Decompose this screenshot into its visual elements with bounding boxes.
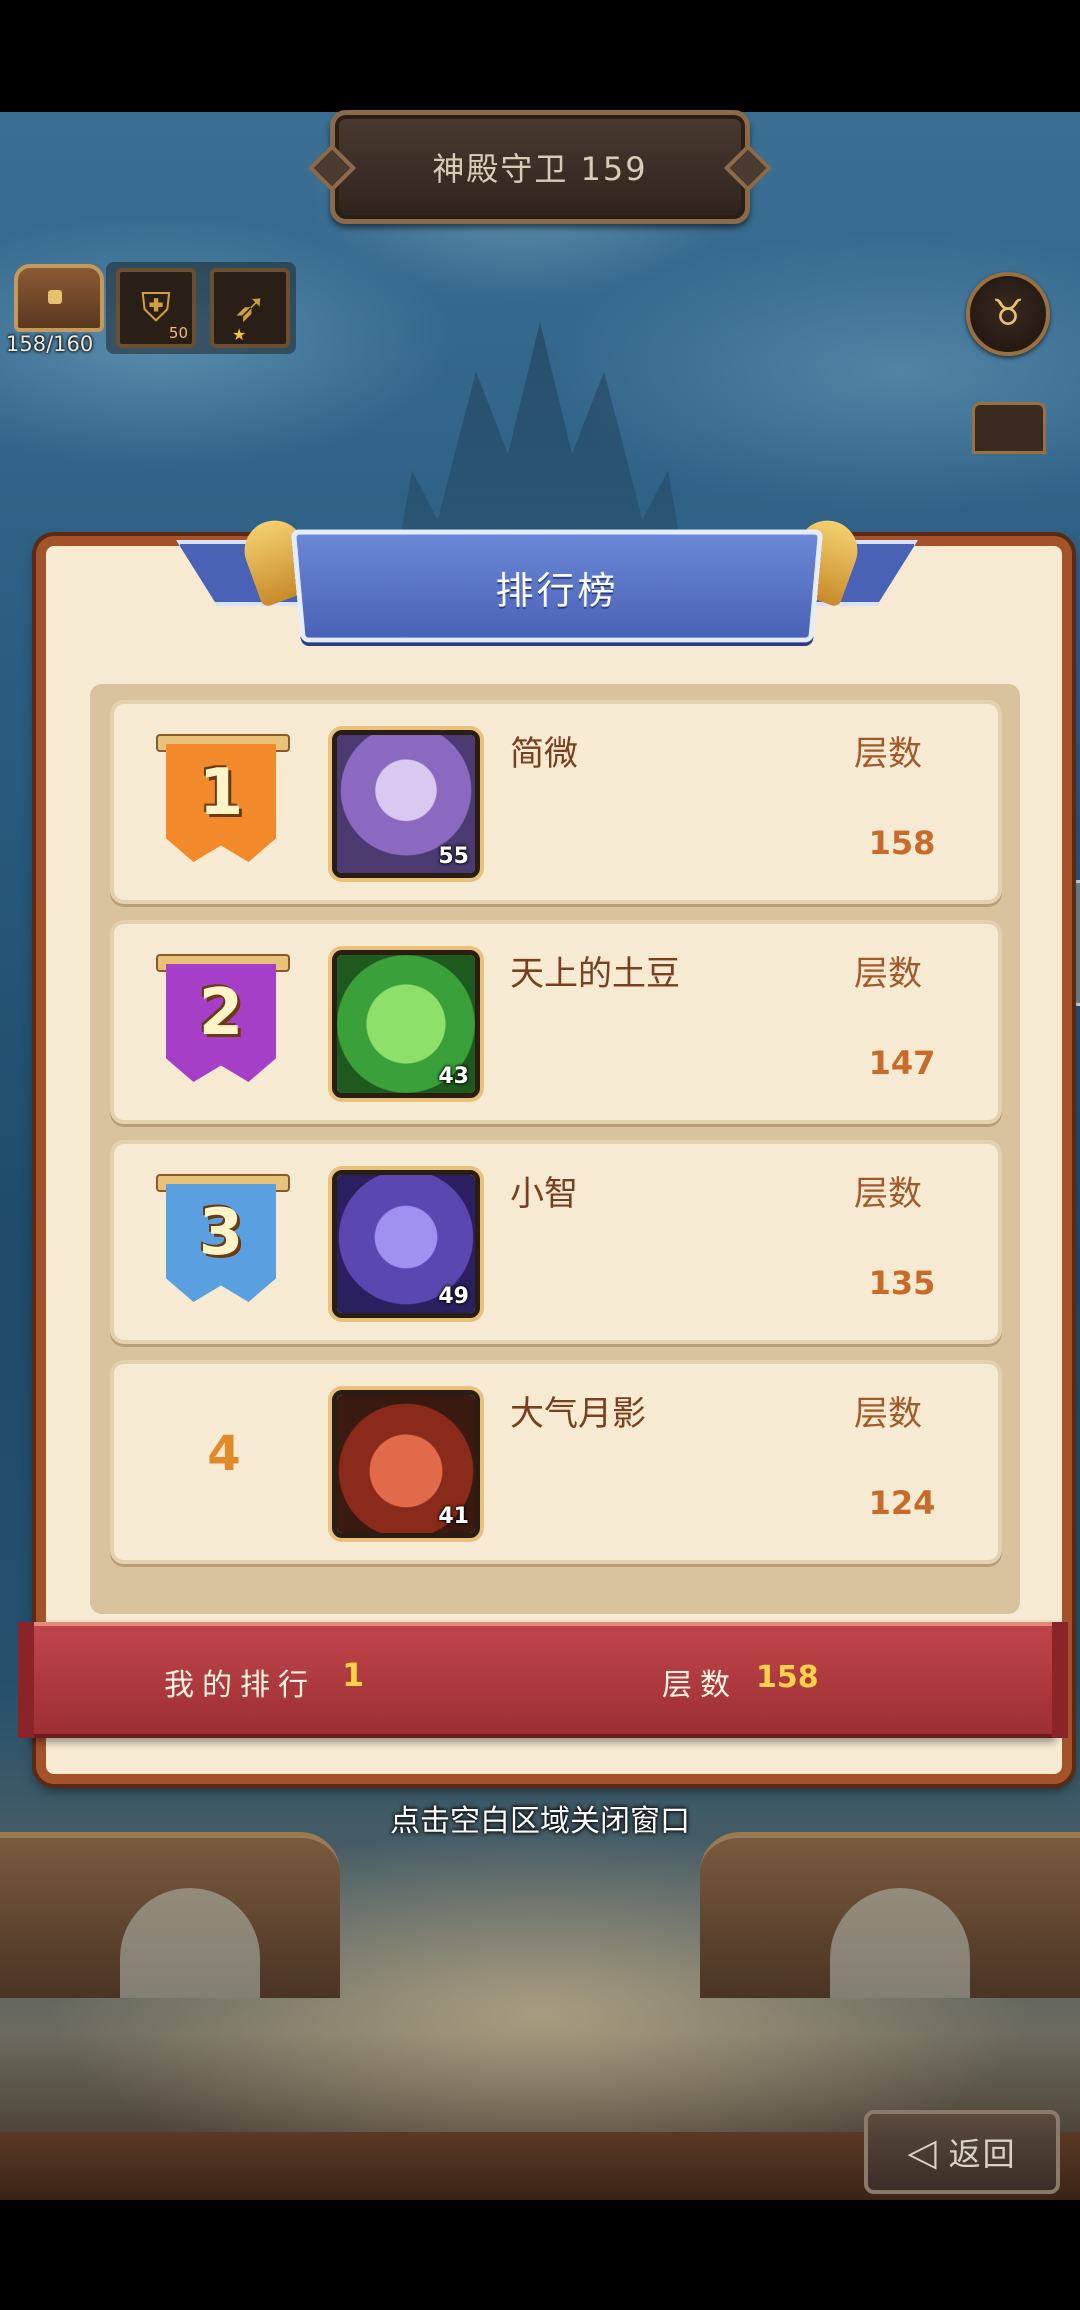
rank-medal-icon: 1 — [156, 734, 290, 864]
back-button[interactable]: ◁ 返回 — [864, 2110, 1060, 2194]
spear-icon: ➶ — [233, 285, 267, 331]
floor-label: 层数 — [854, 1174, 922, 1214]
medal-banner: 1 — [166, 744, 276, 862]
leaderboard-list[interactable]: 1 55 简微 层数 158 2 43 天上的土豆 层数 147 3 49 小智 层数 135 4 41 大气月影… — [90, 684, 1020, 1614]
helmet-reward-level: 50 — [168, 324, 188, 342]
floor-value: 158 — [868, 824, 936, 862]
my-rank-label: 我的排行 — [164, 1668, 316, 1703]
rank-medal-icon: 3 — [156, 1174, 290, 1304]
leaderboard-panel: 1 55 简微 层数 158 2 43 天上的土豆 层数 147 3 49 小智 层数 135 4 41 大气月影… — [36, 536, 1072, 1784]
rank-number: 1 — [198, 756, 244, 830]
floor-value: 124 — [868, 1484, 936, 1522]
floor-label: 层数 — [854, 954, 922, 994]
rank-medal-icon: 2 — [156, 954, 290, 1084]
player-avatar[interactable]: 49 — [332, 1170, 480, 1318]
avatar-level: 55 — [438, 844, 469, 869]
medal-banner: 3 — [166, 1184, 276, 1302]
avatar-level: 49 — [438, 1284, 469, 1309]
leaderboard-row[interactable]: 3 49 小智 层数 135 — [110, 1140, 1002, 1344]
close-window-hint: 点击空白区域关闭窗口 — [390, 1804, 690, 1839]
back-button-label: 返回 — [948, 2135, 1017, 2173]
my-floor-label: 层数 — [662, 1668, 738, 1703]
leaderboard-row[interactable]: 2 43 天上的土豆 层数 147 — [110, 920, 1002, 1124]
floor-label: 层数 — [854, 1394, 922, 1434]
chest-icon — [14, 264, 104, 332]
taurus-round-button[interactable]: ♉ — [966, 272, 1050, 356]
rank-number: 3 — [198, 1196, 244, 1270]
floor-label: 层数 — [854, 734, 922, 774]
avatar-level: 41 — [438, 1504, 469, 1529]
player-name: 小智 — [510, 1174, 578, 1214]
player-name: 简微 — [510, 734, 578, 774]
chest-progress-count: 158/160 — [6, 332, 94, 356]
rank-number: 4 — [207, 1426, 241, 1482]
taurus-icon: ♉ — [991, 293, 1025, 334]
star-icon: ★ — [232, 325, 247, 344]
left-bridge — [0, 1832, 340, 1998]
back-arrow-icon: ◁ — [907, 2130, 937, 2174]
my-rank-bar: 我的排行 1 层数 158 — [18, 1622, 1068, 1738]
stage-title: 神殿守卫 159 — [432, 150, 648, 188]
floor-value: 135 — [868, 1264, 936, 1302]
avatar-level: 43 — [438, 1064, 469, 1089]
player-avatar[interactable]: 43 — [332, 950, 480, 1098]
weapon-reward-slot[interactable]: ➶ ★ — [210, 268, 290, 348]
help-tab[interactable] — [972, 402, 1046, 454]
my-rank-value: 1 — [342, 1656, 365, 1694]
right-bridge — [700, 1832, 1080, 1998]
stage-title-plaque: 神殿守卫 159 — [330, 110, 750, 224]
rank-number: 2 — [198, 976, 244, 1050]
player-avatar[interactable]: 41 — [332, 1390, 480, 1538]
medal-banner: 2 — [166, 964, 276, 1082]
player-name: 天上的土豆 — [510, 954, 680, 994]
reward-slots: ⛨ 50 ➶ ★ — [106, 262, 296, 354]
player-avatar[interactable]: 55 — [332, 730, 480, 878]
leaderboard-title: 排行榜 — [495, 568, 619, 613]
leaderboard-header-ribbon: 排行榜 — [290, 529, 824, 643]
leaderboard-row[interactable]: 4 41 大气月影 层数 124 — [110, 1360, 1002, 1564]
player-name: 大气月影 — [510, 1394, 646, 1434]
floor-value: 147 — [868, 1044, 936, 1082]
helmet-reward-slot[interactable]: ⛨ 50 — [116, 268, 196, 348]
my-floor-value: 158 — [756, 1660, 819, 1695]
leaderboard-row[interactable]: 1 55 简微 层数 158 — [110, 700, 1002, 904]
treasure-chest-button[interactable]: 158/160 — [6, 258, 104, 358]
